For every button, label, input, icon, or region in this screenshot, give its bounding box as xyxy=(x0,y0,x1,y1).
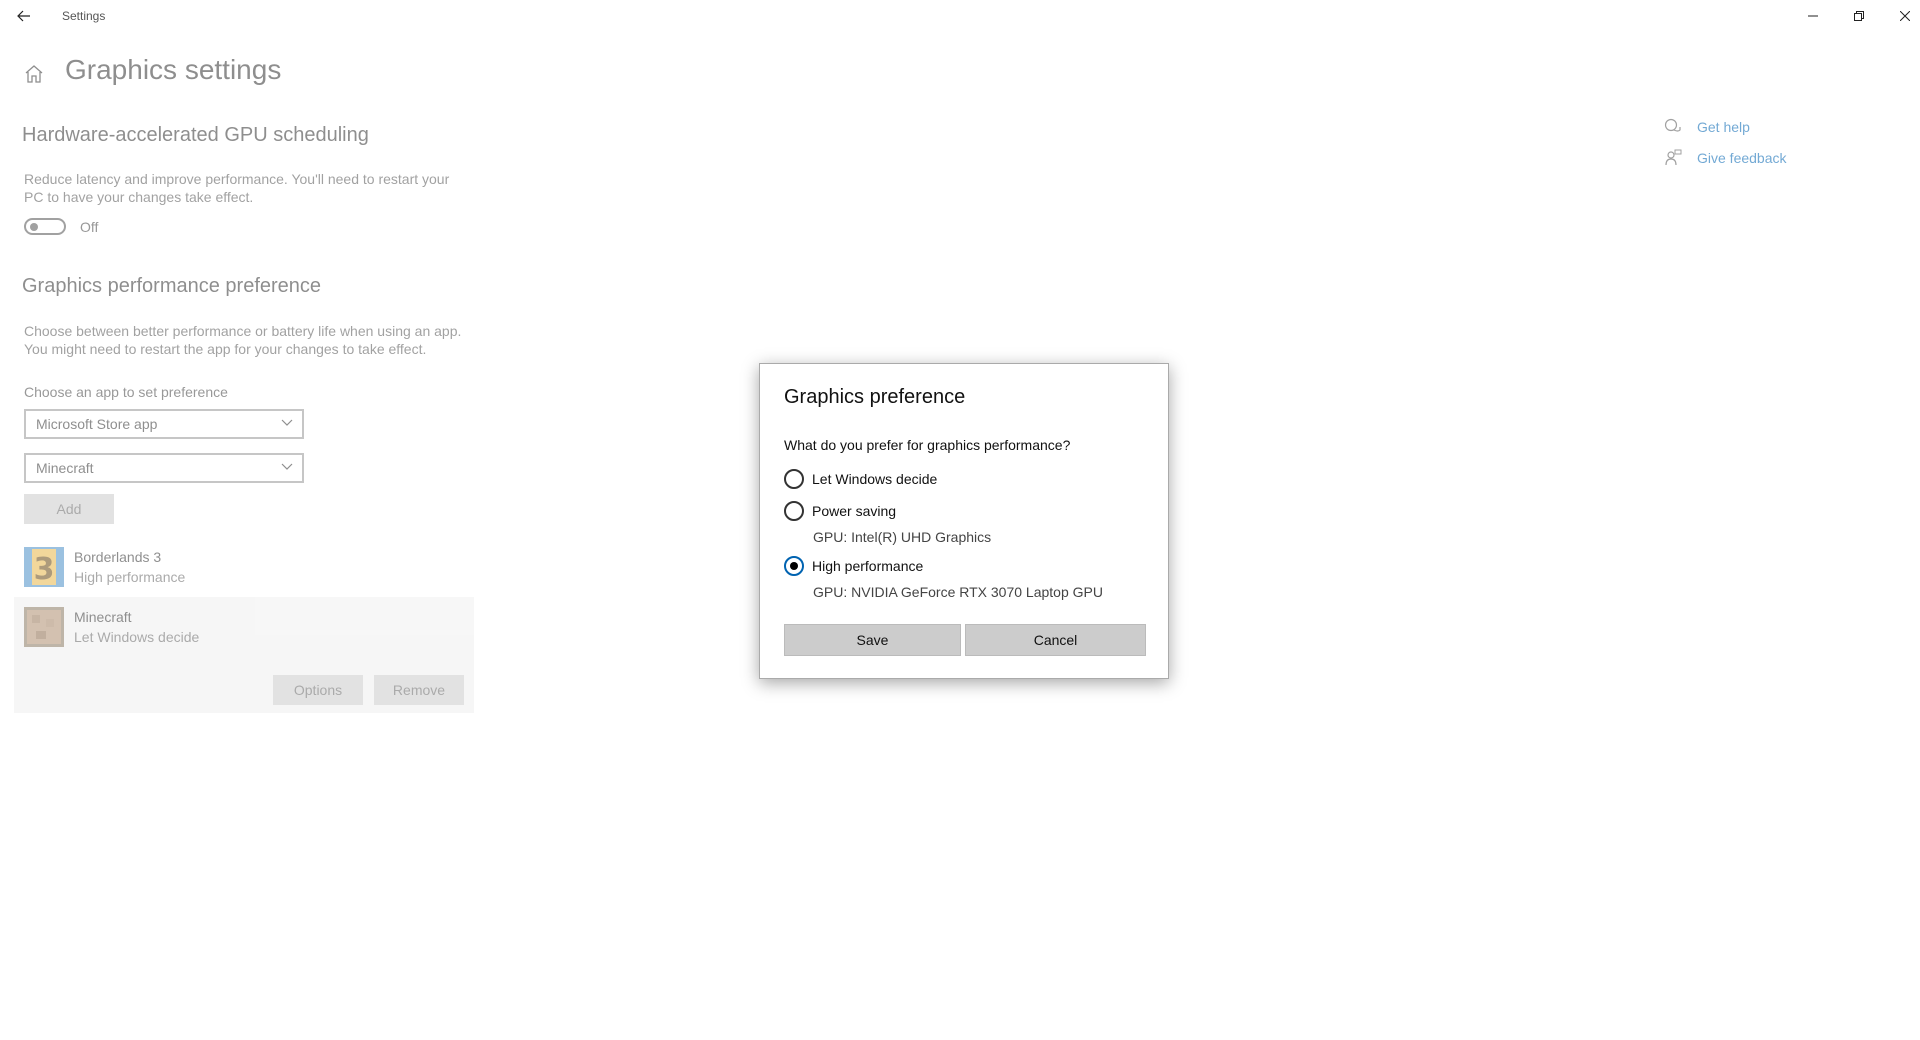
chevron-down-icon xyxy=(281,419,293,426)
toggle-state-label: Off xyxy=(80,219,99,235)
back-arrow-icon xyxy=(17,10,30,22)
save-button[interactable]: Save xyxy=(784,624,961,656)
remove-button[interactable]: Remove xyxy=(374,675,464,705)
page-title: Graphics settings xyxy=(65,54,282,85)
app-type-select[interactable]: Microsoft Store app xyxy=(24,409,304,439)
minimize-icon xyxy=(1808,15,1818,17)
cancel-button[interactable]: Cancel xyxy=(965,624,1146,656)
back-button[interactable] xyxy=(8,2,40,30)
restore-button[interactable] xyxy=(1836,0,1882,32)
settings-window: Settings Graphics settings Hardware-acce… xyxy=(0,0,1920,1040)
options-button[interactable]: Options xyxy=(273,675,363,705)
minecraft-app-icon xyxy=(24,607,64,647)
title-bar: Settings xyxy=(0,0,1920,32)
app-name: Minecraft xyxy=(74,609,132,625)
app-name: Borderlands 3 xyxy=(74,549,162,565)
preference-desc-1: Choose between better performance or bat… xyxy=(24,323,462,339)
app-select-value: Minecraft xyxy=(36,460,94,476)
dialog-question: What do you prefer for graphics performa… xyxy=(784,437,1071,453)
dialog-title: Graphics preference xyxy=(784,386,966,408)
home-icon[interactable] xyxy=(22,62,46,86)
app-list-item-selected[interactable]: Minecraft Let Windows decide xyxy=(24,607,474,667)
radio-label-power-saving[interactable]: Power saving xyxy=(812,503,896,519)
graphics-preference-dialog: Graphics preference What do you prefer f… xyxy=(759,363,1169,679)
window-title: Settings xyxy=(62,9,106,23)
preference-heading: Graphics performance preference xyxy=(22,275,322,297)
radio-power-saving[interactable] xyxy=(784,501,804,521)
restore-icon xyxy=(1854,11,1864,21)
gpu-scheduling-toggle[interactable] xyxy=(24,218,66,235)
gpu-scheduling-desc-1: Reduce latency and improve performance. … xyxy=(24,171,450,187)
chevron-down-icon xyxy=(281,463,293,470)
gpu-scheduling-desc-2: PC to have your changes take effect. xyxy=(24,189,254,205)
close-button[interactable] xyxy=(1882,0,1920,32)
add-button[interactable]: Add xyxy=(24,494,114,524)
radio-label-high-performance[interactable]: High performance xyxy=(812,558,923,574)
svg-text:3: 3 xyxy=(34,552,55,587)
app-select[interactable]: Minecraft xyxy=(24,453,304,483)
gpu-scheduling-heading: Hardware-accelerated GPU scheduling xyxy=(22,124,369,146)
power-saving-gpu: GPU: Intel(R) UHD Graphics xyxy=(813,529,992,545)
get-help-link[interactable]: Get help xyxy=(1697,119,1750,135)
choose-app-label: Choose an app to set preference xyxy=(24,384,228,400)
app-type-select-value: Microsoft Store app xyxy=(36,416,158,432)
radio-high-performance[interactable] xyxy=(784,556,804,576)
radio-let-windows-decide[interactable] xyxy=(784,469,804,489)
high-performance-gpu: GPU: NVIDIA GeForce RTX 3070 Laptop GPU xyxy=(813,584,1103,600)
give-feedback-link[interactable]: Give feedback xyxy=(1697,150,1787,166)
preference-desc-2: You might need to restart the app for yo… xyxy=(24,341,427,357)
borderlands-app-icon: 3 xyxy=(24,547,64,587)
minimize-button[interactable] xyxy=(1790,0,1836,32)
get-help-icon xyxy=(1664,118,1681,132)
app-preference: Let Windows decide xyxy=(74,629,200,645)
radio-label-let-windows-decide[interactable]: Let Windows decide xyxy=(812,471,937,487)
close-icon xyxy=(1900,11,1910,21)
give-feedback-icon xyxy=(1665,149,1682,166)
app-preference: High performance xyxy=(74,569,186,585)
